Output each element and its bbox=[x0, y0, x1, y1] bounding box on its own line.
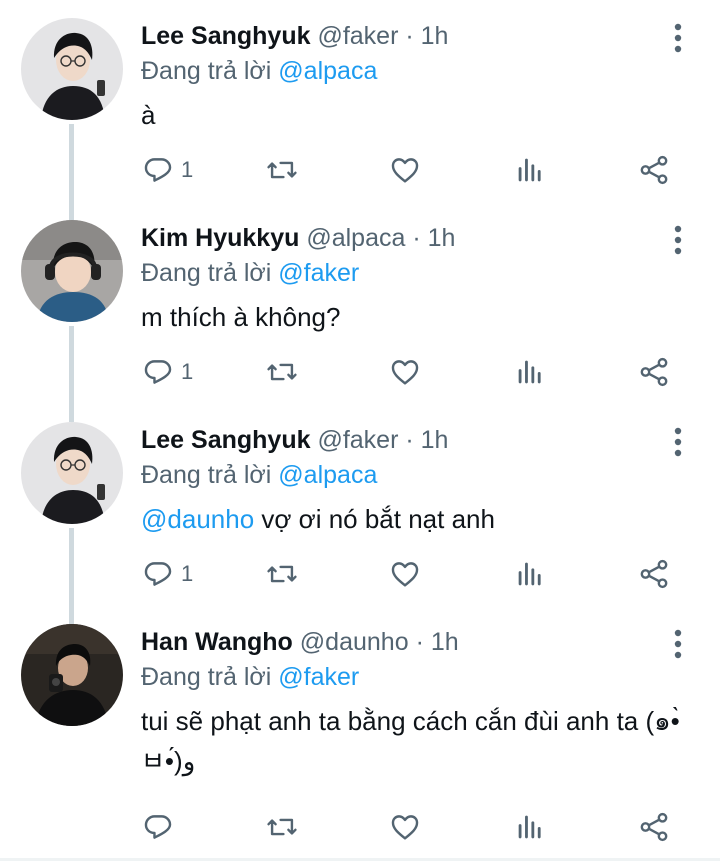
action-bar bbox=[141, 807, 701, 847]
reply-count: 1 bbox=[181, 359, 194, 384]
replying-prefix: Đang trả lời bbox=[141, 663, 272, 691]
reply-button[interactable] bbox=[141, 807, 181, 847]
timestamp[interactable]: · 1h bbox=[405, 426, 448, 454]
tweet-text: tui sẽ phạt anh ta bằng cách cắn đùi anh… bbox=[141, 701, 701, 781]
avatar[interactable] bbox=[21, 624, 123, 726]
tweet-header: Lee Sanghyuk @faker · 1h bbox=[141, 20, 448, 52]
retweet-button[interactable] bbox=[265, 150, 299, 190]
handle[interactable]: @faker bbox=[317, 22, 398, 50]
reply-count: 1 bbox=[181, 157, 194, 182]
action-bar: 1 bbox=[141, 352, 701, 392]
share-button[interactable] bbox=[637, 352, 671, 392]
views-button[interactable] bbox=[513, 150, 547, 190]
replying-mention[interactable]: @faker bbox=[278, 663, 359, 691]
analytics-icon bbox=[513, 810, 547, 844]
retweet-button[interactable] bbox=[265, 807, 299, 847]
retweet-icon bbox=[265, 355, 299, 389]
more-vertical-icon[interactable] bbox=[664, 224, 692, 256]
handle[interactable]: @daunho bbox=[300, 628, 409, 656]
avatar[interactable] bbox=[21, 422, 123, 524]
avatar[interactable] bbox=[21, 220, 123, 322]
replying-mention[interactable]: @alpaca bbox=[278, 461, 377, 489]
reply-button[interactable]: 1 bbox=[141, 352, 193, 392]
reply-count: 1 bbox=[181, 561, 194, 586]
more-vertical-icon[interactable] bbox=[664, 22, 692, 54]
tweet-text: @daunho vợ ơi nó bắt nạt anh bbox=[141, 499, 701, 539]
tweet-text-body: à bbox=[141, 100, 156, 130]
timestamp[interactable]: · 1h bbox=[405, 22, 448, 50]
handle[interactable]: @faker bbox=[317, 426, 398, 454]
reply-icon bbox=[141, 355, 175, 389]
more-vertical-icon[interactable] bbox=[664, 628, 692, 660]
retweet-icon bbox=[265, 153, 299, 187]
more-vertical-icon[interactable] bbox=[664, 426, 692, 458]
replying-prefix: Đang trả lời bbox=[141, 259, 272, 287]
reply-button[interactable]: 1 bbox=[141, 554, 193, 594]
replying-to: Đang trả lời @alpaca bbox=[141, 458, 377, 492]
heart-icon bbox=[388, 557, 422, 591]
handle[interactable]: @alpaca bbox=[306, 224, 405, 252]
retweet-button[interactable] bbox=[265, 352, 299, 392]
tweet-header: Han Wangho @daunho · 1h bbox=[141, 626, 459, 658]
analytics-icon bbox=[513, 557, 547, 591]
tweet-header: Kim Hyukkyu @alpaca · 1h bbox=[141, 222, 455, 254]
analytics-icon bbox=[513, 355, 547, 389]
tweet[interactable]: Lee Sanghyuk @faker · 1h Đang trả lời @a… bbox=[0, 0, 720, 202]
share-icon bbox=[637, 153, 671, 187]
tweet-text: à bbox=[141, 95, 701, 135]
retweet-icon bbox=[265, 810, 299, 844]
tweet-text-body: vợ ơi nó bắt nạt anh bbox=[254, 504, 495, 534]
heart-icon bbox=[388, 153, 422, 187]
display-name[interactable]: Han Wangho bbox=[141, 628, 293, 656]
tweet[interactable]: Lee Sanghyuk @faker · 1h Đang trả lời @a… bbox=[0, 404, 720, 606]
like-button[interactable] bbox=[388, 554, 422, 594]
like-button[interactable] bbox=[388, 807, 422, 847]
text-mention[interactable]: @daunho bbox=[141, 504, 254, 534]
share-button[interactable] bbox=[637, 554, 671, 594]
share-icon bbox=[637, 557, 671, 591]
share-button[interactable] bbox=[637, 150, 671, 190]
tweet[interactable]: Kim Hyukkyu @alpaca · 1h Đang trả lời @f… bbox=[0, 202, 720, 404]
share-button[interactable] bbox=[637, 807, 671, 847]
retweet-button[interactable] bbox=[265, 554, 299, 594]
tweet-text: m thích à không? bbox=[141, 297, 701, 337]
reply-icon bbox=[141, 153, 175, 187]
reply-icon bbox=[141, 557, 175, 591]
like-button[interactable] bbox=[388, 150, 422, 190]
action-bar: 1 bbox=[141, 150, 701, 190]
replying-to: Đang trả lời @alpaca bbox=[141, 54, 377, 88]
action-bar: 1 bbox=[141, 554, 701, 594]
analytics-icon bbox=[513, 153, 547, 187]
reply-button[interactable]: 1 bbox=[141, 150, 193, 190]
display-name[interactable]: Lee Sanghyuk bbox=[141, 426, 311, 454]
replying-to: Đang trả lời @faker bbox=[141, 256, 359, 290]
tweet[interactable]: Han Wangho @daunho · 1h Đang trả lời @fa… bbox=[0, 606, 720, 858]
avatar[interactable] bbox=[21, 18, 123, 120]
tweet-header: Lee Sanghyuk @faker · 1h bbox=[141, 424, 448, 456]
retweet-icon bbox=[265, 557, 299, 591]
replying-to: Đang trả lời @faker bbox=[141, 660, 359, 694]
views-button[interactable] bbox=[513, 807, 547, 847]
timestamp[interactable]: · 1h bbox=[412, 224, 455, 252]
tweet-text-body: m thích à không? bbox=[141, 302, 341, 332]
replying-mention[interactable]: @alpaca bbox=[278, 57, 377, 85]
tweet-text-body: tui sẽ phạt anh ta bằng cách cắn đùi anh… bbox=[141, 706, 680, 776]
timestamp[interactable]: · 1h bbox=[416, 628, 459, 656]
share-icon bbox=[637, 355, 671, 389]
views-button[interactable] bbox=[513, 554, 547, 594]
heart-icon bbox=[388, 810, 422, 844]
display-name[interactable]: Kim Hyukkyu bbox=[141, 224, 299, 252]
like-button[interactable] bbox=[388, 352, 422, 392]
replying-mention[interactable]: @faker bbox=[278, 259, 359, 287]
views-button[interactable] bbox=[513, 352, 547, 392]
heart-icon bbox=[388, 355, 422, 389]
share-icon bbox=[637, 810, 671, 844]
replying-prefix: Đang trả lời bbox=[141, 57, 272, 85]
reply-icon bbox=[141, 810, 175, 844]
display-name[interactable]: Lee Sanghyuk bbox=[141, 22, 311, 50]
replying-prefix: Đang trả lời bbox=[141, 461, 272, 489]
